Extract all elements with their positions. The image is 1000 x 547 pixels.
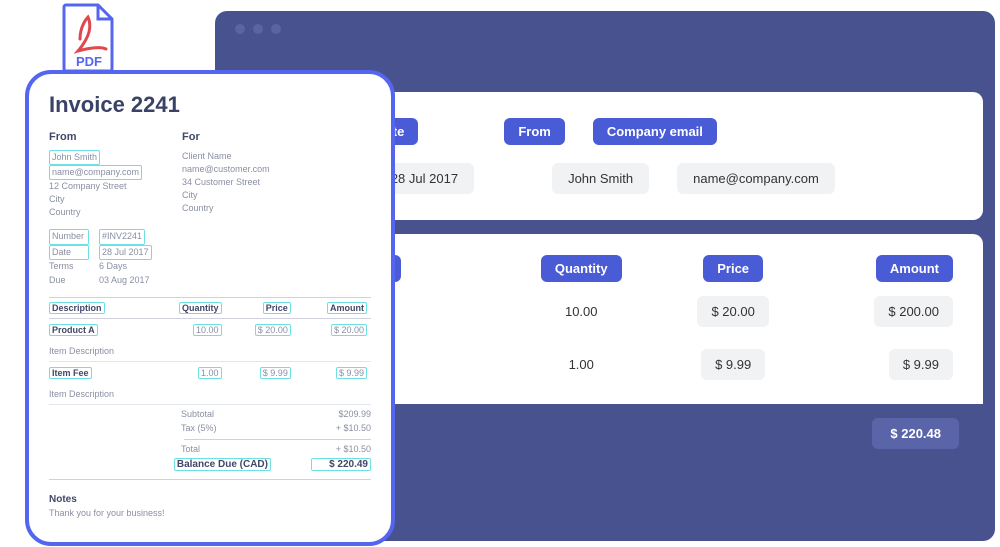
for-email: name@customer.com bbox=[182, 163, 270, 176]
col-price: Price bbox=[263, 302, 291, 314]
line-price: $ 20.00 bbox=[255, 324, 291, 336]
meta-date-val: 28 Jul 2017 bbox=[99, 245, 152, 261]
for-country: Country bbox=[182, 202, 270, 215]
total-amount-value: $ 220.48 bbox=[872, 418, 959, 449]
total-label: Total bbox=[181, 444, 271, 454]
window-control-dot bbox=[235, 24, 245, 34]
row-amount[interactable]: $ 200.00 bbox=[874, 296, 953, 327]
line-qty: 10.00 bbox=[193, 324, 222, 336]
line-amount: $ 20.00 bbox=[331, 324, 367, 336]
row-amount[interactable]: $ 9.99 bbox=[889, 349, 953, 380]
col-description: Description bbox=[49, 302, 105, 314]
from-street: 12 Company Street bbox=[49, 180, 142, 193]
meta-terms-key: Terms bbox=[49, 260, 89, 274]
from-heading: From bbox=[49, 130, 142, 146]
meta-due-val: 03 Aug 2017 bbox=[99, 274, 150, 288]
line-price: $ 9.99 bbox=[260, 367, 291, 379]
line-qty: 1.00 bbox=[198, 367, 222, 379]
balance-due-value: $ 220.49 bbox=[311, 458, 371, 471]
tax-label: Tax (5%) bbox=[181, 423, 271, 433]
for-name: Client Name bbox=[182, 150, 270, 163]
for-city: City bbox=[182, 189, 270, 202]
window-control-dot bbox=[253, 24, 263, 34]
total-value: + $10.50 bbox=[311, 444, 371, 454]
invoice-title: Invoice 2241 bbox=[49, 92, 371, 118]
subtotal-label: Subtotal bbox=[181, 409, 271, 419]
line-name: Product A bbox=[49, 324, 98, 336]
for-block: For Client Name name@customer.com 34 Cus… bbox=[182, 130, 270, 219]
line-amount: $ 9.99 bbox=[336, 367, 367, 379]
for-street: 34 Customer Street bbox=[182, 176, 270, 189]
pdf-label-text: PDF bbox=[76, 54, 102, 69]
header-price: Price bbox=[703, 255, 763, 282]
balance-due-label: Balance Due (CAD) bbox=[174, 458, 271, 471]
line-name: Item Fee bbox=[49, 367, 92, 379]
from-name: John Smith bbox=[49, 150, 100, 165]
notes-heading: Notes bbox=[49, 494, 371, 505]
for-heading: For bbox=[182, 130, 270, 146]
row-quantity[interactable]: 1.00 bbox=[555, 349, 608, 380]
notes-block: Notes Thank you for your business! bbox=[49, 494, 371, 520]
meta-number-val: #INV2241 bbox=[99, 229, 145, 245]
line-sub: Item Description bbox=[49, 384, 371, 405]
from-block: From John Smith name@company.com 12 Comp… bbox=[49, 130, 142, 219]
from-email: name@company.com bbox=[49, 165, 142, 180]
meta-due-key: Due bbox=[49, 274, 89, 288]
label-company-email: Company email bbox=[593, 118, 717, 145]
row-price[interactable]: $ 20.00 bbox=[697, 296, 768, 327]
tax-value: + $10.50 bbox=[311, 423, 371, 433]
meta-number-key: Number bbox=[49, 229, 89, 245]
value-company-email[interactable]: name@company.com bbox=[677, 163, 835, 194]
meta-terms-val: 6 Days bbox=[99, 260, 127, 274]
invoice-line-table: Description Quantity Price Amount Produc… bbox=[49, 297, 371, 405]
col-amount: Amount bbox=[327, 302, 367, 314]
label-from: From bbox=[504, 118, 565, 145]
header-amount: Amount bbox=[876, 255, 953, 282]
row-price[interactable]: $ 9.99 bbox=[701, 349, 765, 380]
header-quantity: Quantity bbox=[541, 255, 622, 282]
col-quantity: Quantity bbox=[179, 302, 222, 314]
line-sub: Item Description bbox=[49, 341, 371, 362]
notes-text: Thank you for your business! bbox=[49, 507, 371, 520]
row-quantity[interactable]: 10.00 bbox=[551, 296, 612, 327]
invoice-meta: Number #INV2241 Date 28 Jul 2017 Terms 6 Da… bbox=[49, 229, 371, 287]
from-country: Country bbox=[49, 206, 142, 219]
subtotal-value: $209.99 bbox=[311, 409, 371, 419]
browser-header bbox=[215, 11, 995, 47]
from-city: City bbox=[49, 193, 142, 206]
invoice-document: Invoice 2241 From John Smith name@compan… bbox=[25, 70, 395, 546]
value-from[interactable]: John Smith bbox=[552, 163, 649, 194]
window-control-dot bbox=[271, 24, 281, 34]
meta-date-key: Date bbox=[49, 245, 89, 261]
pdf-file-icon: PDF bbox=[60, 3, 118, 73]
